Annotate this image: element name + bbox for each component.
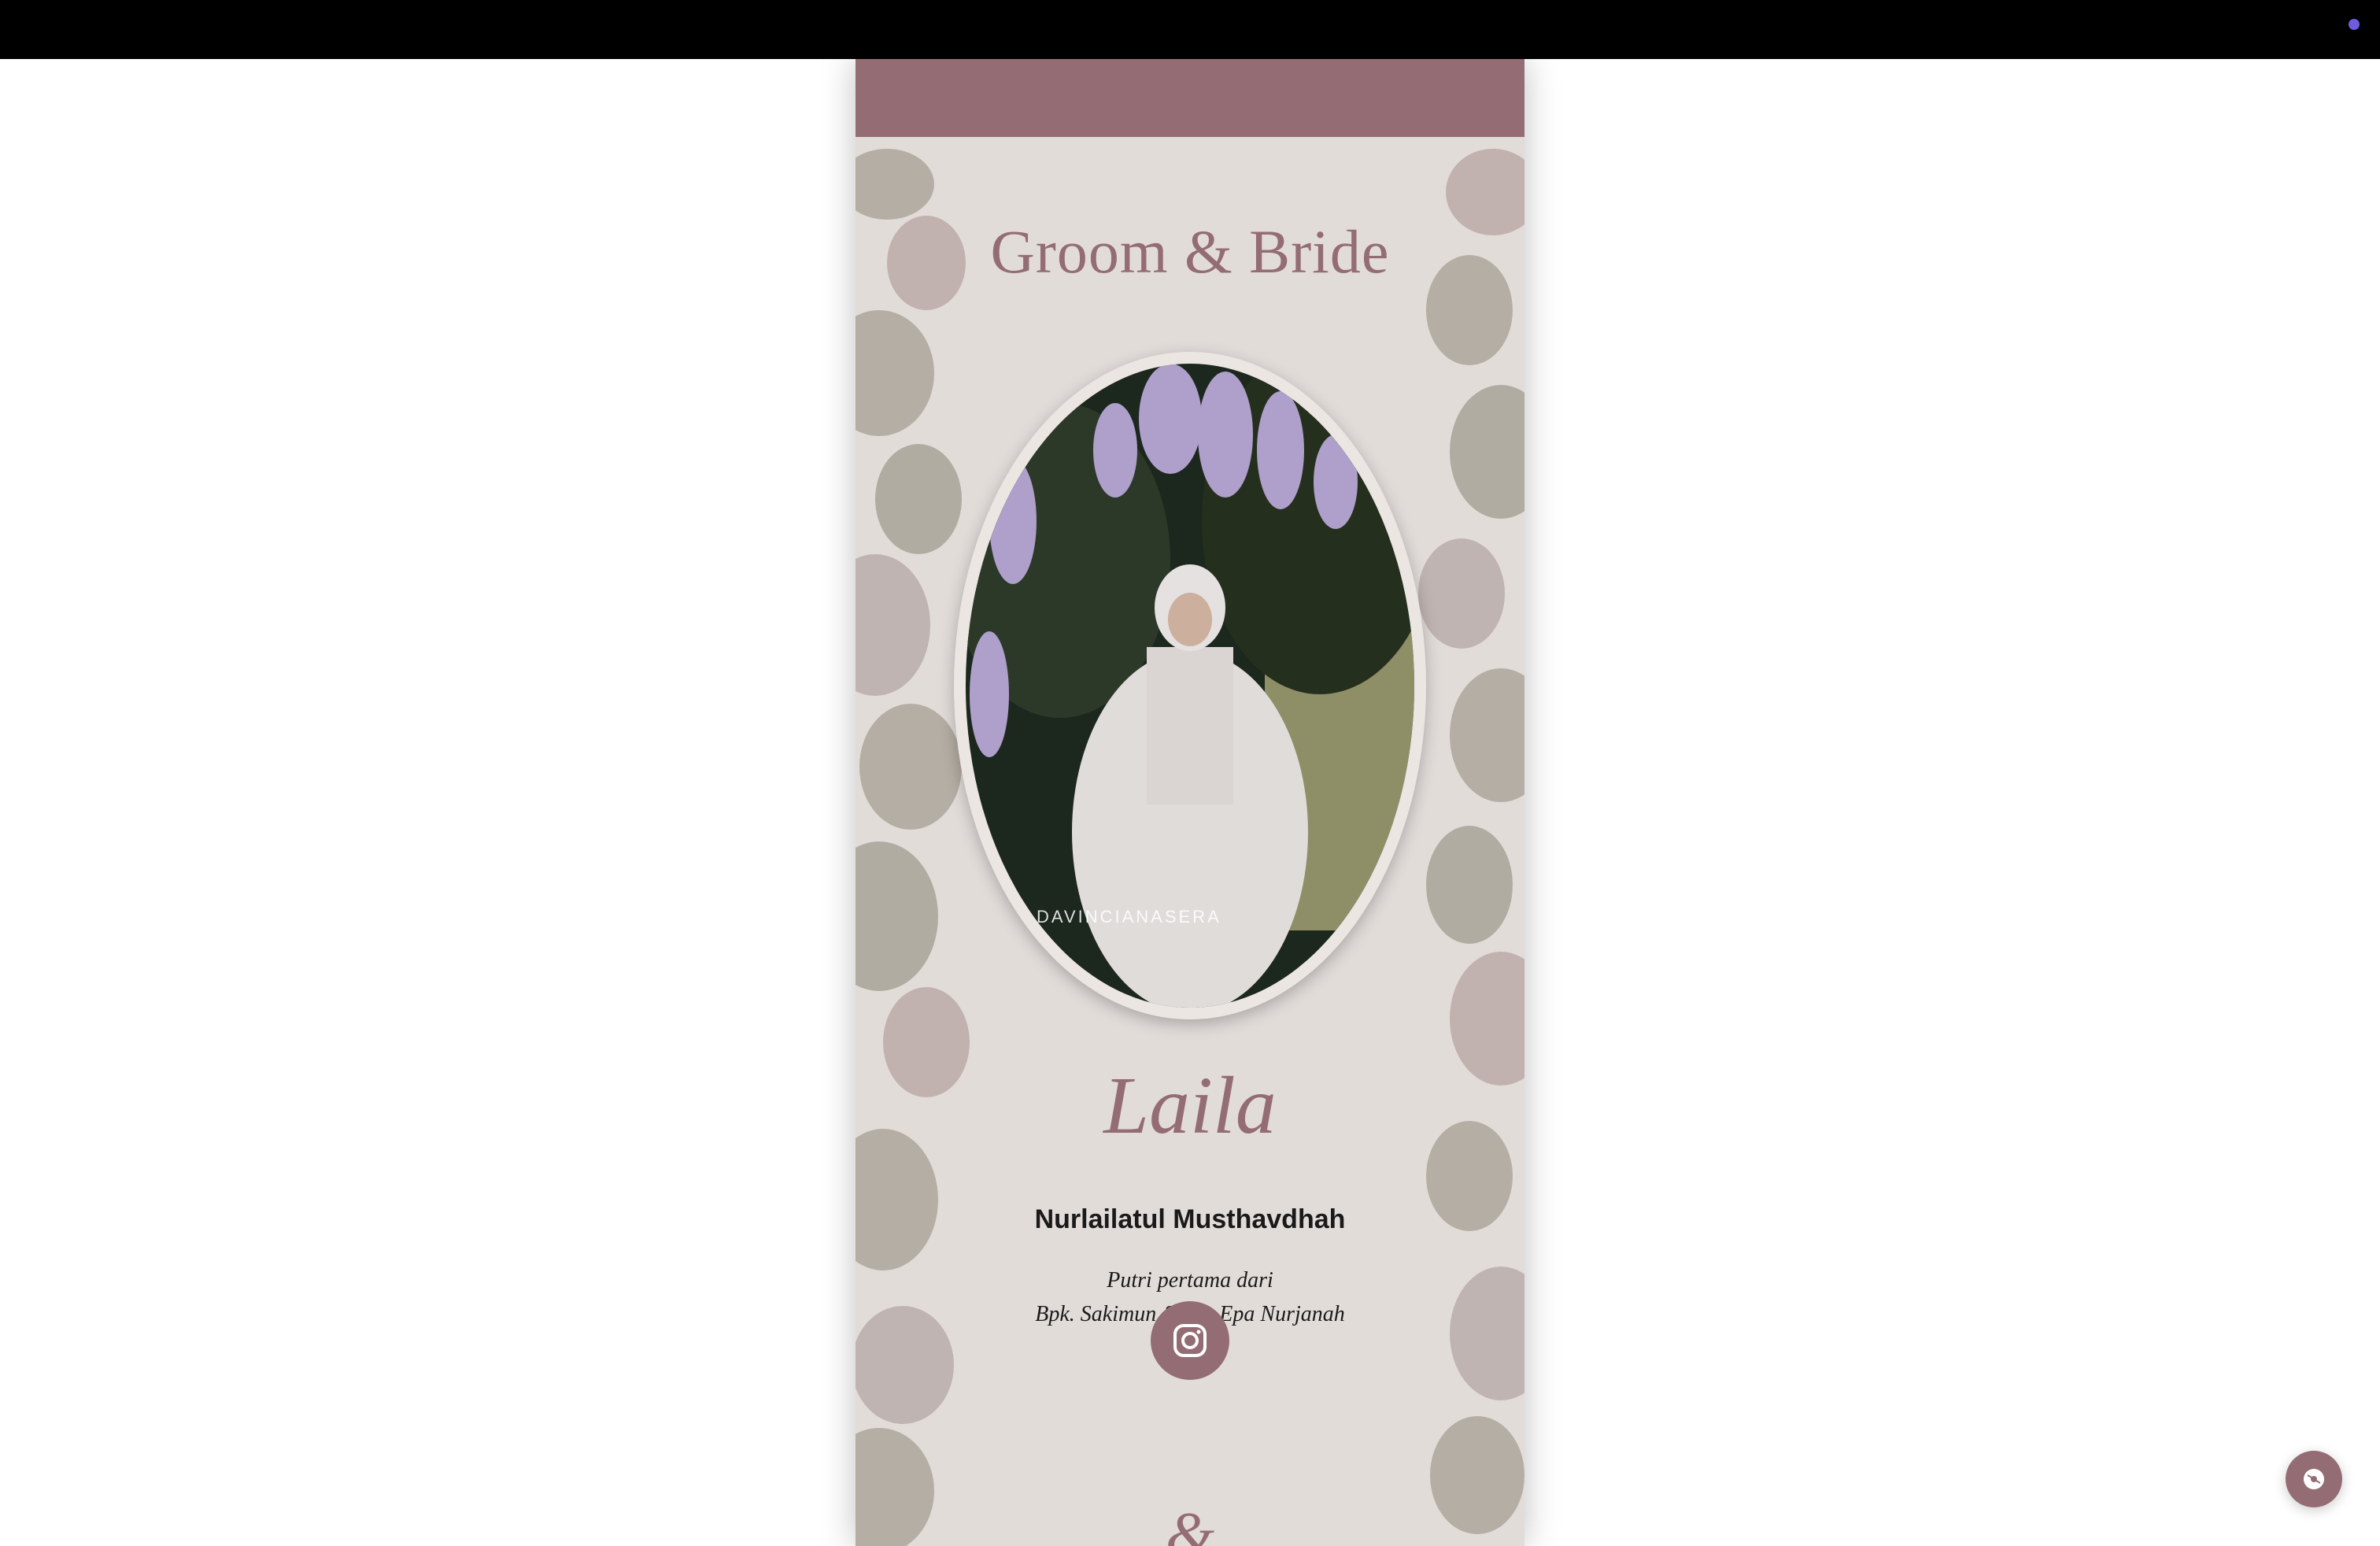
browser-top-bar xyxy=(0,0,2380,59)
status-dot-icon xyxy=(2349,19,2360,30)
page-header-band xyxy=(856,59,1524,137)
instagram-icon xyxy=(1173,1324,1207,1357)
bride-photo-frame: DAVINCIANASERA xyxy=(954,352,1426,1019)
instagram-button[interactable] xyxy=(1151,1301,1229,1380)
foliage-right-decoration xyxy=(1418,149,1524,1534)
invitation-page[interactable]: Groom & Bride DAVINCIANASERA Laila Nurla… xyxy=(856,59,1524,1546)
section-title: Groom & Bride xyxy=(990,217,1390,286)
next-section-ampersand: & xyxy=(1165,1500,1215,1546)
foliage-left-decoration xyxy=(856,149,970,1546)
parents-line-1: Putri pertama dari xyxy=(1107,1268,1273,1293)
music-toggle-button[interactable] xyxy=(2286,1451,2342,1507)
bride-nickname: Laila xyxy=(1103,1060,1277,1151)
music-disc-icon xyxy=(2304,1469,2324,1489)
bride-full-name: Nurlailatul Musthavdhah xyxy=(1034,1204,1346,1234)
bride-photo: DAVINCIANASERA xyxy=(966,364,1414,1008)
photo-watermark: DAVINCIANASERA xyxy=(1037,907,1221,926)
